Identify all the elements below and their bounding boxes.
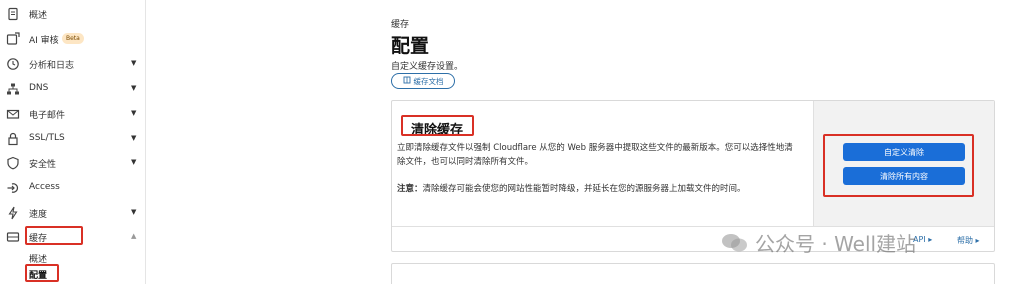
sidebar-item-label: 分析和日志 xyxy=(29,61,75,71)
sidebar-item-label: DNS xyxy=(29,83,49,93)
cache-icon xyxy=(6,230,20,244)
sidebar-item-email[interactable]: 电子邮件 ▼ xyxy=(0,103,146,125)
watermark-text: 公众号 · Well建站 xyxy=(755,232,917,256)
help-link-label: 帮助 xyxy=(957,236,973,245)
sidebar: 概述 AI 审核 Beta 分析和日志 ▼ DNS ▼ 电子邮件 ▼ SSL/T… xyxy=(0,0,146,284)
shield-icon xyxy=(6,156,20,170)
sidebar-item-analytics-logs[interactable]: 分析和日志 ▼ xyxy=(0,53,146,75)
network-icon xyxy=(6,82,20,96)
chevron-down-icon: ▼ xyxy=(131,84,137,92)
help-link[interactable]: 帮助 ▸ xyxy=(957,235,980,246)
purge-cache-description: 立即清除缓存文件以强制 Cloudflare 从您的 Web 服务器中提取这些文… xyxy=(397,143,793,167)
highlight-box-configuration xyxy=(25,264,59,282)
page-title: 配置 xyxy=(391,35,430,57)
bolt-icon xyxy=(6,206,20,220)
clock-icon xyxy=(6,57,20,71)
card-footer-divider xyxy=(392,226,994,227)
sidebar-item-speed[interactable]: 速度 ▼ xyxy=(0,202,146,224)
lock-icon xyxy=(6,132,20,146)
cache-docs-button[interactable]: 缓存文档 xyxy=(391,73,455,89)
chevron-down-icon: ▼ xyxy=(131,109,137,117)
book-icon xyxy=(403,76,411,86)
highlight-box-purge-buttons xyxy=(823,134,974,197)
document-icon xyxy=(6,7,20,21)
chevron-up-icon: ▲ xyxy=(131,232,137,240)
sidebar-item-access[interactable]: Access xyxy=(0,177,146,199)
sidebar-item-security[interactable]: 安全性 ▼ xyxy=(0,152,146,174)
access-icon xyxy=(6,181,20,195)
chevron-down-icon: ▼ xyxy=(131,134,137,142)
sidebar-item-dns[interactable]: DNS ▼ xyxy=(0,78,146,100)
note-label: 注意： xyxy=(397,184,423,194)
next-settings-card xyxy=(391,263,995,284)
sidebar-item-label: 概述 xyxy=(29,11,48,21)
email-icon xyxy=(6,107,20,121)
sidebar-item-ai-audit[interactable]: AI 审核 Beta xyxy=(0,28,146,50)
chevron-down-icon: ▼ xyxy=(131,208,137,216)
chevron-down-icon: ▼ xyxy=(131,158,137,166)
sidebar-item-overview[interactable]: 概述 xyxy=(0,3,146,25)
note-text: 清除缓存可能会使您的网站性能暂时降级，并延长在您的源服务器上加载文件的时间。 xyxy=(422,184,746,194)
cache-docs-label: 缓存文档 xyxy=(413,76,444,86)
wechat-logo-icon xyxy=(721,232,749,254)
chevron-down-icon: ▼ xyxy=(131,59,137,67)
breadcrumb[interactable]: 缓存 xyxy=(391,17,409,30)
sidebar-item-label: 速度 xyxy=(29,210,48,220)
watermark: 公众号 · Well建站 xyxy=(721,228,916,257)
sidebar-item-label: 电子邮件 xyxy=(29,111,66,121)
highlight-box-cache xyxy=(25,226,83,245)
purge-cache-note: 注意：清除缓存可能会使您的网站性能暂时降级，并延长在您的源服务器上加载文件的时间… xyxy=(397,182,801,196)
sidebar-item-ssl-tls[interactable]: SSL/TLS ▼ xyxy=(0,128,146,150)
sidebar-item-label: AI 审核 xyxy=(29,36,59,46)
sidebar-item-label: Access xyxy=(29,182,60,192)
ai-audit-icon xyxy=(6,32,20,46)
sidebar-item-label: SSL/TLS xyxy=(29,133,65,143)
beta-badge: Beta xyxy=(62,33,84,44)
page-description: 自定义缓存设置。 xyxy=(391,62,464,72)
sidebar-item-label: 安全性 xyxy=(29,160,57,170)
highlight-box-purge-title xyxy=(401,115,474,136)
